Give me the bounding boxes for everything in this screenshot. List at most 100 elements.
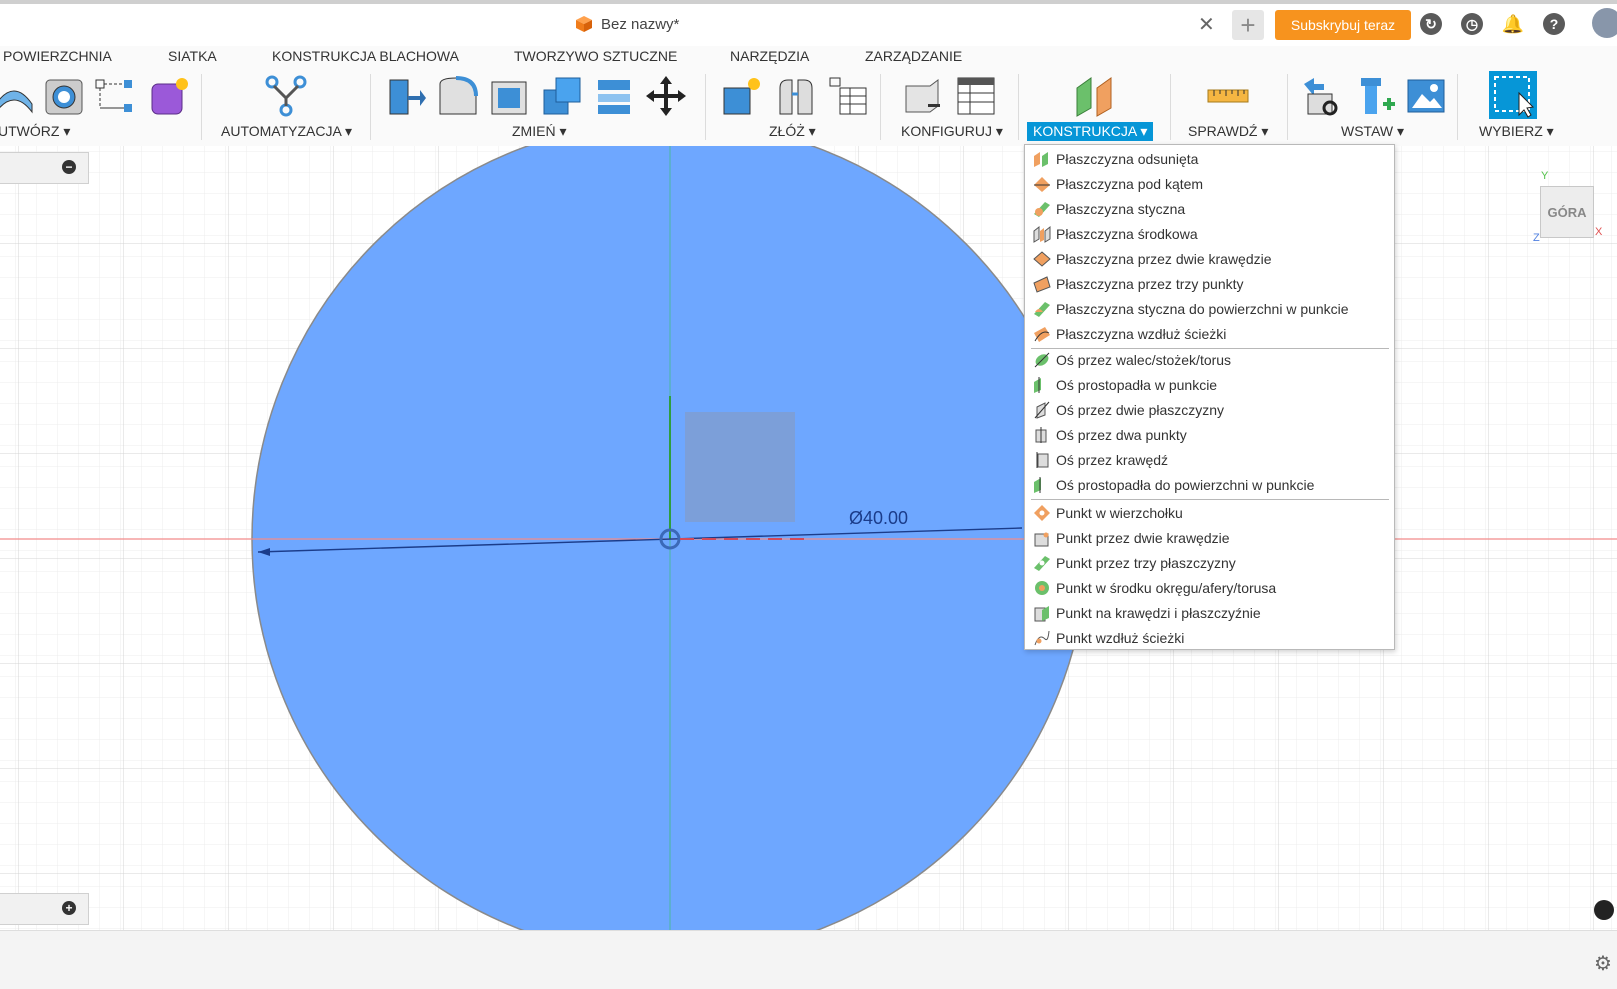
menu-item-axis-two-planes[interactable]: Oś przez dwie płaszczyzny: [1026, 398, 1393, 422]
diameter-dimension-label[interactable]: Ø40.00: [849, 508, 908, 529]
configure-icon[interactable]: [900, 74, 944, 118]
sketch-dimension-icon[interactable]: [94, 74, 138, 118]
fillet-icon[interactable]: [436, 74, 480, 118]
inspect-menu[interactable]: SPRAWDŹ ▾: [1182, 122, 1274, 141]
menu-item-tangent-plane[interactable]: Płaszczyzna styczna: [1026, 197, 1393, 221]
axis-perpendicular-point-icon: [1034, 377, 1041, 393]
split-body-icon[interactable]: [592, 74, 636, 118]
axis-cylinder-icon: [1034, 352, 1050, 368]
menu-item-label: Płaszczyzna środkowa: [1056, 226, 1198, 242]
point-edge-plane-icon: [1034, 606, 1049, 622]
press-pull-icon[interactable]: [384, 74, 428, 118]
shell-body-icon[interactable]: [488, 74, 532, 118]
tab-manage[interactable]: ZARZĄDZANIE: [865, 48, 962, 64]
create-menu[interactable]: UTWÓRZ ▾: [0, 122, 76, 141]
select-icon[interactable]: [1489, 71, 1537, 119]
menu-item-point-three-planes[interactable]: Punkt przez trzy płaszczyzny: [1026, 551, 1393, 575]
menu-item-label: Punkt w wierzchołku: [1056, 505, 1183, 521]
status-bar: [0, 930, 1617, 989]
viewcube[interactable]: GÓRA: [1540, 186, 1594, 238]
tab-tools[interactable]: NARZĘDZIA: [730, 48, 809, 64]
menu-item-angled-plane[interactable]: Płaszczyzna pod kątem: [1026, 172, 1393, 196]
extensions-icon[interactable]: ↻: [1420, 13, 1442, 35]
shell-icon[interactable]: [42, 74, 86, 118]
toolbar-separator: [370, 74, 371, 140]
joint-icon[interactable]: [774, 74, 818, 118]
menu-item-axis-perpendicular-face[interactable]: Oś prostopadła do powierzchni w punkcie: [1026, 473, 1393, 497]
menu-item-midplane[interactable]: Płaszczyzna środkowa: [1026, 222, 1393, 246]
tab-plastic[interactable]: TWORZYWO SZTUCZNE: [514, 48, 677, 64]
menu-item-axis-perpendicular-point[interactable]: Oś prostopadła w punkcie: [1026, 373, 1393, 397]
bom-table-icon[interactable]: [826, 74, 870, 118]
menu-item-label: Oś prostopadła do powierzchni w punkcie: [1056, 477, 1315, 493]
move-icon[interactable]: [644, 74, 688, 118]
create-form-icon[interactable]: [0, 74, 36, 118]
menu-item-label: Oś prostopadła w punkcie: [1056, 377, 1218, 393]
combine-icon[interactable]: [540, 74, 584, 118]
document-title: Bez nazwy*: [575, 15, 679, 33]
construct-menu[interactable]: KONSTRUKCJA ▾: [1027, 122, 1154, 141]
user-avatar[interactable]: [1592, 8, 1617, 38]
modify-menu[interactable]: ZMIEŃ ▾: [506, 122, 572, 141]
close-tab-icon[interactable]: ✕: [1198, 12, 1215, 37]
tangent-plane-icon: [1034, 202, 1050, 217]
axis-z-label: Z: [1533, 232, 1540, 244]
select-menu[interactable]: WYBIERZ ▾: [1473, 122, 1560, 141]
menu-item-plane-two-edges[interactable]: Płaszczyzna przez dwie krawędzie: [1026, 247, 1393, 271]
point-center-icon: [1035, 581, 1049, 595]
axis-two-points-icon: [1035, 427, 1047, 443]
automate-menu[interactable]: AUTOMATYZACJA ▾: [215, 122, 358, 141]
menu-item-point-center[interactable]: Punkt w środku okręgu/afery/torusa: [1026, 576, 1393, 600]
angled-plane-icon: [1034, 177, 1050, 192]
menu-item-axis-edge[interactable]: Oś przez krawędź: [1026, 448, 1393, 472]
menu-item-point-along-path[interactable]: Punkt wzdłuż ścieżki: [1026, 626, 1393, 650]
gear-icon[interactable]: ⚙: [1594, 951, 1612, 976]
configuration-table-icon[interactable]: [954, 74, 998, 118]
browser-panel[interactable]: −: [0, 152, 89, 184]
tab-mesh[interactable]: SIATKA: [168, 48, 217, 64]
menu-item-point-vertex[interactable]: Punkt w wierzchołku: [1026, 501, 1393, 525]
menu-item-axis-cylinder[interactable]: Oś przez walec/stożek/torus: [1026, 348, 1393, 372]
navigation-icon[interactable]: [1594, 900, 1614, 920]
toolbar-separator: [705, 74, 706, 140]
menu-item-plane-tangent-face-point[interactable]: Płaszczyzna styczna do powierzchni w pun…: [1026, 297, 1393, 321]
menu-item-label: Płaszczyzna wzdłuż ścieżki: [1056, 326, 1227, 342]
tab-surface[interactable]: POWIERZCHNIA: [3, 48, 112, 64]
midplane-icon: [1033, 225, 1051, 243]
insert-mcmaster-icon[interactable]: [1353, 74, 1397, 118]
menu-item-plane-along-path[interactable]: Płaszczyzna wzdłuż ścieżki: [1026, 322, 1393, 346]
insert-derive-icon[interactable]: [1300, 74, 1344, 118]
menu-item-point-edge-plane[interactable]: Punkt na krawędzi i płaszczyźnie: [1026, 601, 1393, 625]
menu-item-label: Płaszczyzna styczna: [1056, 201, 1186, 217]
insert-menu[interactable]: WSTAW ▾: [1335, 122, 1410, 141]
toolbar-separator: [1018, 74, 1019, 140]
configure-menu[interactable]: KONFIGURUJ ▾: [895, 122, 1009, 141]
subscribe-button[interactable]: Subskrybuj teraz: [1275, 10, 1411, 40]
new-component-icon[interactable]: [720, 74, 764, 118]
create-new-body-icon[interactable]: [148, 74, 192, 118]
viewcube-face-label: GÓRA: [1547, 204, 1587, 220]
construct-plane-icon[interactable]: [1073, 74, 1117, 118]
menu-item-point-two-edges[interactable]: Punkt przez dwie krawędzie: [1026, 526, 1393, 550]
job-status-icon[interactable]: ◷: [1461, 13, 1483, 35]
help-icon[interactable]: ?: [1543, 13, 1565, 35]
menu-item-plane-three-points[interactable]: Płaszczyzna przez trzy punkty: [1026, 272, 1393, 296]
automate-icon[interactable]: [264, 74, 308, 118]
plane-tangent-face-point-icon: [1034, 302, 1050, 317]
axis-x-label: X: [1595, 226, 1603, 238]
measure-icon[interactable]: [1206, 74, 1250, 118]
expand-panel-icon[interactable]: +: [62, 901, 76, 915]
insert-canvas-icon[interactable]: [1404, 74, 1448, 118]
assemble-menu[interactable]: ZŁÓŻ ▾: [763, 122, 822, 141]
menu-item-axis-two-points[interactable]: Oś przez dwa punkty: [1026, 423, 1393, 447]
document-tab[interactable]: Bez nazwy* ✕: [0, 4, 1225, 46]
menu-item-offset-plane[interactable]: Płaszczyzna odsunięta: [1026, 147, 1393, 171]
point-vertex-icon: [1034, 505, 1050, 521]
menu-item-label: Płaszczyzna przez dwie krawędzie: [1056, 251, 1272, 267]
tab-sheet-metal[interactable]: KONSTRUKCJA BLACHOWA: [272, 48, 459, 64]
notifications-icon[interactable]: 🔔: [1502, 13, 1524, 35]
menu-item-label: Płaszczyzna odsunięta: [1056, 151, 1199, 167]
comments-panel[interactable]: +: [0, 893, 89, 925]
collapse-panel-icon[interactable]: −: [62, 160, 76, 174]
new-tab-button[interactable]: +: [1232, 10, 1264, 40]
